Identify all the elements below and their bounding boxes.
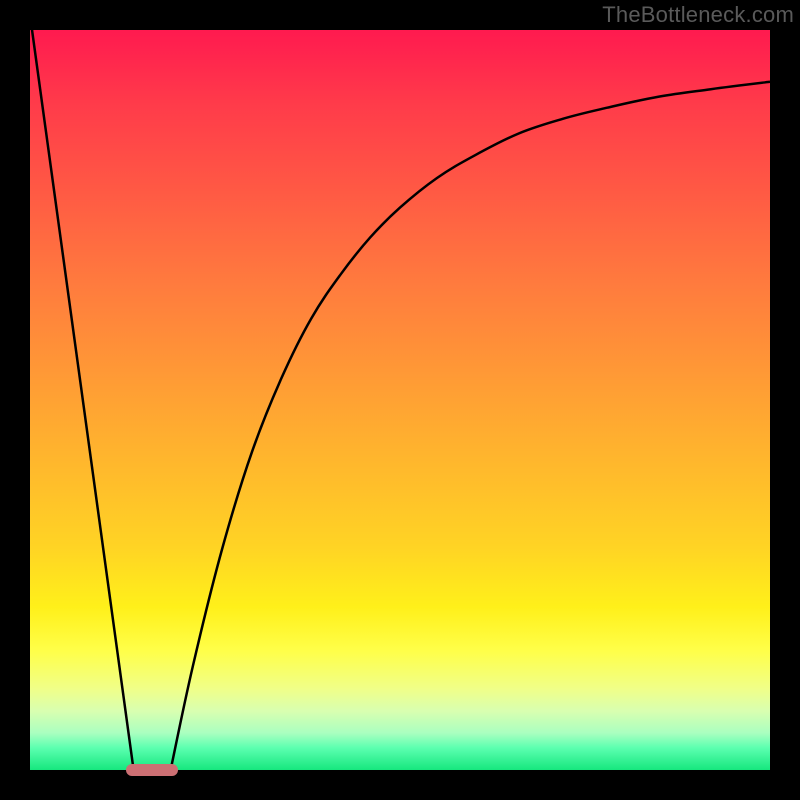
left-line-path [30,15,134,770]
plot-area [30,30,770,770]
watermark-text: TheBottleneck.com [602,2,794,28]
curve-svg [30,30,770,770]
chart-frame: TheBottleneck.com [0,0,800,800]
minimum-marker [126,764,178,776]
right-curve-path [171,82,770,770]
